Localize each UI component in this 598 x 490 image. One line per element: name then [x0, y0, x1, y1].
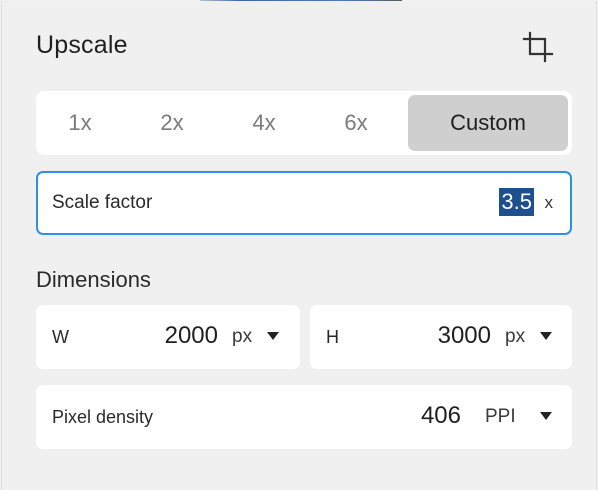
height-input[interactable]: 3000 — [438, 322, 491, 350]
height-unit: px — [505, 326, 526, 347]
scale-option-6x[interactable]: 6x — [312, 95, 400, 151]
scale-preset-selector: 1x 2x 4x 6x Custom — [36, 91, 572, 155]
scale-option-2x[interactable]: 2x — [128, 95, 216, 151]
scale-factor-label: Scale factor — [52, 192, 153, 213]
pixel-density-input[interactable]: 406 — [421, 402, 461, 430]
scale-factor-unit: x — [544, 193, 554, 212]
width-unit-dropdown-icon[interactable] — [267, 332, 279, 340]
crop-button[interactable] — [520, 29, 556, 65]
scale-factor-input[interactable]: 3.5 — [499, 188, 534, 216]
width-label: W — [52, 327, 69, 347]
scale-option-custom[interactable]: Custom — [408, 95, 568, 151]
dimensions-heading: Dimensions — [36, 267, 151, 292]
panel-title: Upscale — [36, 31, 128, 59]
width-field: W 2000 px — [36, 305, 300, 369]
pixel-density-unit: PPI — [485, 406, 516, 427]
pixel-density-field: Pixel density 406 PPI — [36, 385, 572, 449]
pixel-density-unit-dropdown-icon[interactable] — [540, 412, 552, 420]
scale-option-1x[interactable]: 1x — [36, 95, 124, 151]
height-label: H — [326, 327, 339, 347]
height-field: H 3000 px — [310, 305, 572, 369]
width-unit: px — [232, 326, 253, 347]
scale-option-4x[interactable]: 4x — [220, 95, 308, 151]
pixel-density-label: Pixel density — [52, 407, 154, 427]
width-input[interactable]: 2000 — [165, 322, 218, 350]
height-unit-dropdown-icon[interactable] — [540, 332, 552, 340]
scale-factor-field[interactable]: Scale factor 3.5 x — [36, 171, 572, 235]
crop-icon — [522, 31, 554, 63]
upscale-panel: Upscale 1x 2x 4x 6x Custom Scale factor … — [1, 1, 597, 490]
